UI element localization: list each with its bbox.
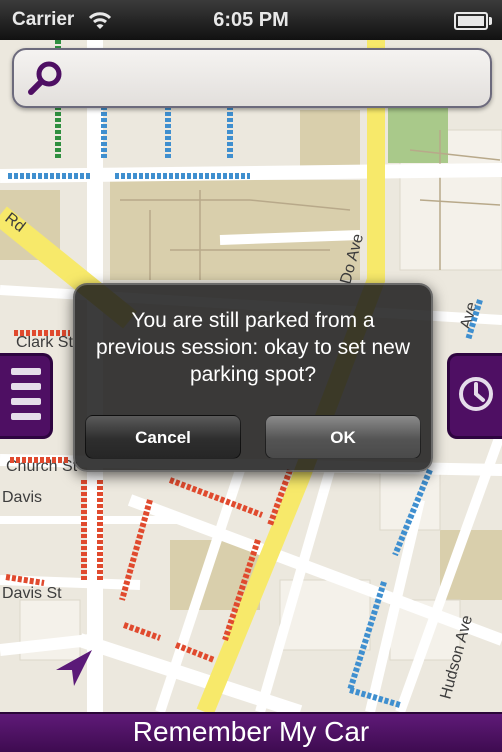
menu-button[interactable] xyxy=(0,353,53,439)
bottom-bar-label: Remember My Car xyxy=(132,716,370,747)
clock-icon xyxy=(459,377,493,411)
status-time: 6:05 PM xyxy=(213,9,289,31)
alert-message: You are still parked from a previous ses… xyxy=(96,309,410,386)
search-icon[interactable] xyxy=(26,58,66,98)
history-button[interactable] xyxy=(447,353,502,439)
park-area xyxy=(388,108,448,163)
status-bar: Carrier 6:05 PM xyxy=(0,0,502,40)
ok-button[interactable]: OK xyxy=(265,415,421,459)
app-screen: Carrier 6:05 PM Rd Do Ave Clark St Churc… xyxy=(0,0,502,752)
alert-dialog: You are still parked from a previous ses… xyxy=(73,283,433,472)
location-arrow-icon[interactable] xyxy=(54,648,94,688)
street-label: Clark St xyxy=(16,334,73,351)
battery-icon xyxy=(454,12,492,30)
street-label: Davis St xyxy=(2,585,62,602)
remember-my-car-button[interactable]: Remember My Car xyxy=(0,712,502,752)
street-label: Davis xyxy=(2,489,42,506)
cancel-button[interactable]: Cancel xyxy=(85,415,241,459)
search-bar[interactable] xyxy=(12,48,492,108)
